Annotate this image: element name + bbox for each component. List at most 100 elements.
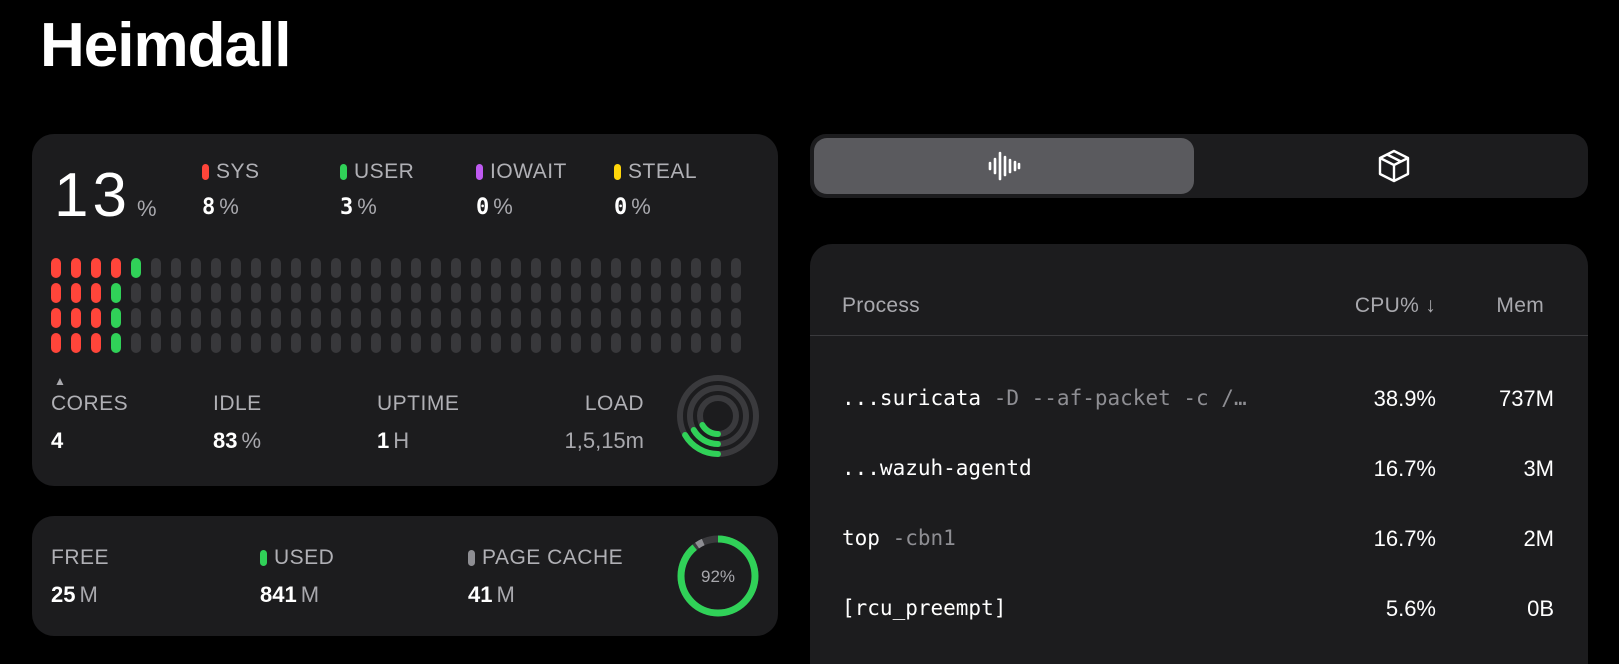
core-bar (631, 283, 641, 303)
core-bar (131, 308, 141, 328)
core-bar (451, 308, 461, 328)
stat-idle-value: 83 (213, 428, 238, 453)
mem-page-cache-value: 41 (468, 582, 493, 607)
core-bar (111, 308, 121, 328)
column-process[interactable]: Process (842, 294, 920, 318)
core-bar (191, 258, 201, 278)
cpu-total-unit: % (136, 196, 157, 221)
core-bar (551, 333, 561, 353)
process-table-header: Process CPU% ↓ Mem (810, 244, 1588, 336)
legend-steal-label: STEAL (628, 160, 698, 183)
core-bar (391, 258, 401, 278)
core-bar (411, 308, 421, 328)
memory-ring: 92% (677, 535, 759, 617)
core-bar (391, 283, 401, 303)
process-table: Process CPU% ↓ Mem ...suricata -D --af-p… (810, 244, 1588, 664)
stat-load: LOAD 1,5,15m (565, 392, 645, 454)
legend-steal-unit: % (631, 194, 651, 219)
core-bar (591, 283, 601, 303)
core-bar (51, 258, 61, 278)
core-bar (431, 308, 441, 328)
mem-page-cache-unit: M (496, 582, 515, 607)
core-bar (191, 308, 201, 328)
core-bar (351, 308, 361, 328)
table-row[interactable]: ...suricata -D --af-packet -c /… 38.9% 7… (810, 370, 1588, 430)
core-row (51, 333, 751, 353)
stat-uptime-unit: H (393, 428, 410, 453)
core-bar (611, 333, 621, 353)
core-bar (311, 333, 321, 353)
memory-ring-label: 92% (701, 567, 735, 586)
table-row[interactable]: top -cbn1 16.7% 2M (810, 510, 1588, 570)
core-bar (671, 308, 681, 328)
core-bar (51, 308, 61, 328)
tab-packages[interactable] (1204, 138, 1584, 194)
core-bar (691, 283, 701, 303)
core-row (51, 308, 751, 328)
core-bar (311, 308, 321, 328)
stat-idle: IDLE 83% (213, 392, 262, 454)
table-row[interactable]: [rcu_preempt] 5.6% 0B (810, 580, 1588, 640)
core-bar (171, 308, 181, 328)
page-cache-dot-icon (468, 550, 475, 566)
core-bar (351, 333, 361, 353)
view-segmented-control (810, 134, 1588, 198)
process-command: ...suricata (842, 386, 982, 410)
column-mem[interactable]: Mem (1496, 294, 1544, 318)
core-row (51, 283, 751, 303)
legend-steal-value: 0 (614, 195, 628, 220)
process-args: -cbn1 (879, 526, 956, 550)
core-bar (531, 258, 541, 278)
core-bar (491, 308, 501, 328)
core-bar (591, 333, 601, 353)
tab-activity[interactable] (814, 138, 1194, 194)
core-bar (431, 258, 441, 278)
waveform-icon (988, 151, 1021, 181)
sort-up-icon[interactable]: ▲ (54, 374, 66, 388)
process-cpu: 16.7% (1373, 526, 1436, 551)
core-bar (451, 283, 461, 303)
legend-user-unit: % (357, 194, 377, 219)
core-bar (731, 333, 741, 353)
load-gauge-icon (677, 375, 759, 457)
used-dot-icon (260, 550, 267, 566)
core-bar (251, 283, 261, 303)
core-bar (91, 333, 101, 353)
legend-user: USER 3% (340, 160, 414, 220)
core-bar (491, 258, 501, 278)
mem-used: USED 841 M (260, 546, 334, 608)
core-bar (151, 258, 161, 278)
core-bar (331, 333, 341, 353)
core-bar (591, 258, 601, 278)
core-bar (151, 308, 161, 328)
cpu-total: 13 % (54, 160, 157, 231)
core-bar (91, 258, 101, 278)
mem-free: FREE 25 M (51, 546, 109, 608)
mem-page-cache: PAGE CACHE 41 M (468, 546, 623, 608)
column-cpu[interactable]: CPU% ↓ (1355, 294, 1436, 318)
table-row[interactable]: ...wazuh-agentd 16.7% 3M (810, 440, 1588, 500)
core-bar (651, 283, 661, 303)
core-bar (531, 333, 541, 353)
process-args: -D --af-packet -c /… (981, 386, 1247, 410)
core-bar (71, 258, 81, 278)
core-bar (171, 283, 181, 303)
core-bar (371, 308, 381, 328)
core-bar (251, 258, 261, 278)
process-cpu: 5.6% (1385, 596, 1436, 621)
core-bar (271, 333, 281, 353)
stat-uptime-label: UPTIME (377, 392, 460, 415)
mem-free-value: 25 (51, 582, 76, 607)
core-bar (551, 258, 561, 278)
core-bar (571, 308, 581, 328)
core-bar (551, 283, 561, 303)
cpu-total-value: 13 (54, 161, 131, 230)
memory-card: FREE 25 M USED 841 M PAGE CACHE 41 M 92% (32, 516, 778, 636)
core-bar (451, 258, 461, 278)
process-cpu: 38.9% (1373, 386, 1436, 411)
core-bar (71, 308, 81, 328)
stat-uptime-value: 1 (377, 428, 390, 453)
core-bar (251, 308, 261, 328)
core-bar (151, 283, 161, 303)
core-bar (631, 333, 641, 353)
